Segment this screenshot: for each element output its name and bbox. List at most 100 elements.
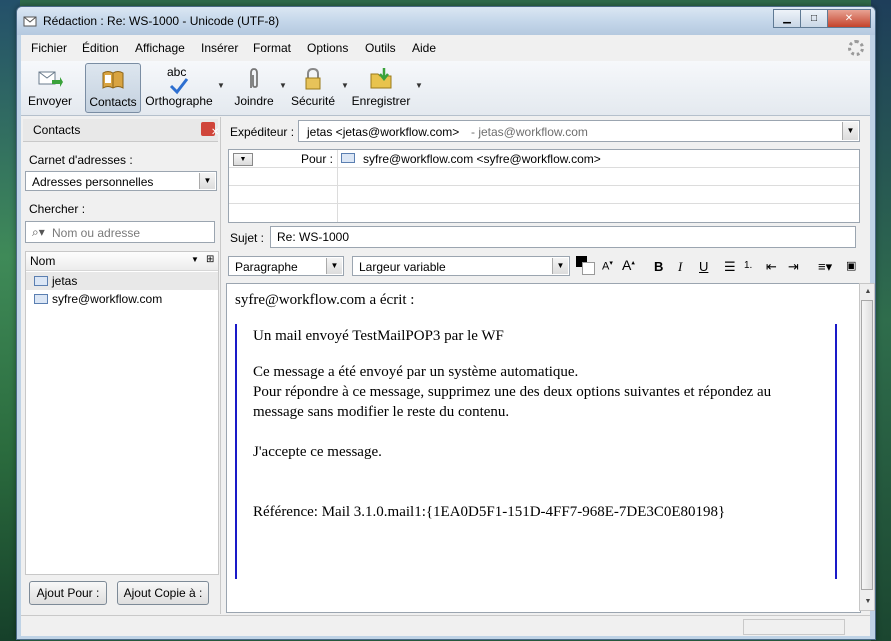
menu-fichier[interactable]: Fichier: [31, 41, 67, 55]
underline-button[interactable]: U: [699, 259, 708, 274]
menu-format[interactable]: Format: [253, 41, 291, 55]
menu-options[interactable]: Options: [307, 41, 348, 55]
menu-aide[interactable]: Aide: [412, 41, 436, 55]
add-to-button[interactable]: Ajout Pour :: [29, 581, 107, 605]
chevron-down-icon: ▼: [842, 122, 858, 140]
chevron-down-icon: ▼: [326, 258, 342, 274]
recipient-row[interactable]: ▼ Pour : syfre@workflow.com <syfre@workf…: [229, 150, 859, 168]
to-address: syfre@workflow.com <syfre@workflow.com>: [363, 152, 601, 166]
activity-throbber-icon: [848, 40, 864, 56]
compose-window: Rédaction : Re: WS-1000 - Unicode (UTF-8…: [16, 6, 876, 640]
quote-line: Un mail envoyé TestMailPOP3 par le WF: [253, 328, 504, 344]
recipient-row-empty[interactable]: [229, 204, 859, 221]
contact-card-icon: [341, 153, 355, 163]
send-icon: [38, 71, 63, 87]
quoted-block: Un mail envoyé TestMailPOP3 par le WF Ce…: [235, 324, 837, 579]
search-icon: ⌕▾: [32, 225, 45, 239]
contact-search-input[interactable]: ⌕▾ Nom ou adresse: [25, 221, 215, 243]
scroll-down-icon[interactable]: ▼: [862, 596, 874, 608]
maximize-icon: □: [810, 13, 818, 24]
scrollbar-thumb[interactable]: [861, 300, 873, 590]
insert-image-icon[interactable]: ▣: [846, 259, 856, 272]
column-name-label: Nom: [30, 254, 56, 268]
menu-outils[interactable]: Outils: [365, 41, 396, 55]
attach-dropdown-icon[interactable]: ▼: [279, 81, 287, 90]
subject-value: Re: WS-1000: [277, 230, 350, 244]
menu-bar: Fichier Édition Affichage Insérer Format…: [21, 35, 870, 61]
compose-app-icon: [23, 16, 37, 27]
scroll-up-icon[interactable]: ▲: [862, 286, 874, 298]
column-header-name[interactable]: Nom ▼ ⊞: [26, 252, 218, 271]
recipient-row-empty[interactable]: [229, 186, 859, 204]
chevron-down-icon: ▼: [239, 156, 247, 163]
sidebar-header: Contacts ✕: [23, 119, 219, 142]
paragraph-style-select[interactable]: Paragraphe ▼: [228, 256, 344, 276]
spell-dropdown-icon[interactable]: ▼: [217, 81, 225, 90]
addressbook-value: Adresses personnelles: [32, 175, 154, 189]
indent-icon[interactable]: ⇥: [788, 259, 799, 275]
bold-button[interactable]: B: [654, 259, 663, 274]
contact-card-icon: [34, 276, 48, 286]
contact-name: jetas: [52, 274, 78, 288]
send-button[interactable]: Envoyer: [25, 63, 75, 111]
outdent-icon[interactable]: ⇤: [766, 259, 777, 275]
numbered-list-icon[interactable]: 1.: [744, 260, 752, 271]
security-button[interactable]: Sécurité: [287, 63, 339, 111]
from-value: jetas <jetas@workflow.com>: [307, 125, 460, 139]
attach-button[interactable]: Joindre: [229, 63, 279, 111]
compose-toolbar: Envoyer Contacts abc Orthographe ▼ Joind…: [21, 61, 870, 116]
save-button[interactable]: Enregistrer: [349, 63, 413, 111]
sidebar-close-button[interactable]: ✕: [201, 122, 219, 138]
close-icon: ✕: [211, 127, 220, 138]
add-cc-button[interactable]: Ajout Copie à :: [117, 581, 209, 605]
paperclip-icon: [250, 68, 258, 88]
column-picker-icon[interactable]: ⊞: [206, 254, 214, 265]
save-label: Enregistrer: [351, 94, 411, 108]
background-color-swatch: [582, 262, 595, 275]
spell-check-button[interactable]: abc Orthographe: [143, 63, 215, 111]
save-folder-icon: [370, 68, 392, 89]
menu-edition[interactable]: Édition: [82, 41, 119, 55]
subject-input[interactable]: Re: WS-1000: [270, 226, 856, 248]
menu-inserer[interactable]: Insérer: [201, 41, 238, 55]
from-hint: - jetas@workflow.com: [471, 125, 588, 139]
attach-label: Joindre: [234, 94, 274, 108]
contacts-sidebar: Contacts ✕ Carnet d'adresses : Adresses …: [21, 117, 221, 614]
font-larger-icon[interactable]: A▴: [622, 257, 635, 273]
contact-card-icon: [34, 294, 48, 304]
editor-vertical-scrollbar[interactable]: ▲ ▼: [859, 283, 875, 611]
text-color-button[interactable]: [576, 256, 595, 276]
chevron-down-icon: ▼: [552, 258, 568, 274]
quote-line: Pour répondre à ce message, supprimez un…: [253, 384, 772, 400]
addressbook-select[interactable]: Adresses personnelles ▼: [25, 171, 217, 191]
italic-button[interactable]: I: [678, 259, 682, 275]
security-dropdown-icon[interactable]: ▼: [341, 81, 349, 90]
addressbook-label: Carnet d'adresses :: [29, 153, 133, 167]
close-window-button[interactable]: ✕: [827, 9, 871, 28]
minimize-button[interactable]: ▁: [773, 9, 801, 28]
save-dropdown-icon[interactable]: ▼: [415, 81, 423, 90]
from-label: Expéditeur :: [230, 125, 295, 139]
contacts-button[interactable]: Contacts: [85, 63, 141, 113]
chevron-down-icon: ▼: [199, 173, 215, 189]
font-select[interactable]: Largeur variable ▼: [352, 256, 570, 276]
align-icon[interactable]: ≡▾: [818, 259, 832, 275]
window-title: Rédaction : Re: WS-1000 - Unicode (UTF-8…: [43, 14, 280, 28]
recipient-row-empty[interactable]: [229, 168, 859, 186]
contact-name: syfre@workflow.com: [52, 292, 163, 306]
menu-affichage[interactable]: Affichage: [135, 41, 185, 55]
font-smaller-icon[interactable]: A▾: [602, 259, 613, 273]
message-body-editor[interactable]: syfre@workflow.com a écrit : Un mail env…: [226, 283, 861, 613]
recipient-type-dropdown[interactable]: ▼: [233, 153, 253, 166]
sidebar-title: Contacts: [33, 123, 81, 137]
bullet-list-icon[interactable]: ☰: [724, 259, 736, 275]
quote-line: Ce message a été envoyé par un système a…: [253, 364, 579, 380]
title-bar[interactable]: Rédaction : Re: WS-1000 - Unicode (UTF-8…: [17, 7, 875, 35]
maximize-button[interactable]: □: [800, 9, 828, 28]
quote-line: message sans modifier le reste du conten…: [253, 404, 510, 420]
from-select[interactable]: jetas <jetas@workflow.com> - jetas@workf…: [298, 120, 860, 142]
contact-row[interactable]: jetas: [26, 272, 218, 290]
address-book-icon: [102, 71, 124, 89]
sort-descending-icon: ▼: [191, 255, 199, 264]
contact-row[interactable]: syfre@workflow.com: [26, 290, 218, 308]
